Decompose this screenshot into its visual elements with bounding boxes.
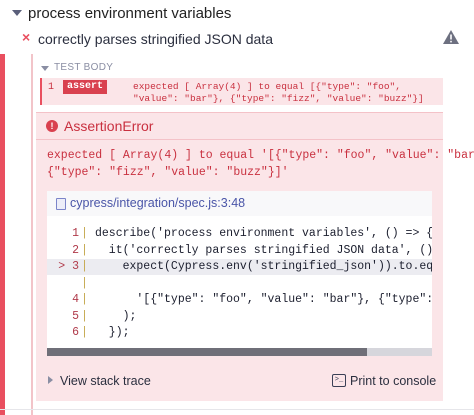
scrollbar-thumb[interactable] xyxy=(47,348,367,356)
code-line: 5 | ); xyxy=(47,309,432,325)
failed-test-border xyxy=(0,54,5,415)
line-number: 4 xyxy=(72,293,79,306)
test-body-border xyxy=(31,54,33,415)
code-text: describe('process environment variables'… xyxy=(95,227,432,240)
line-number: 2 xyxy=(72,243,79,257)
code-line: > 3 | expect(Cypress.env('stringified_jso… xyxy=(47,259,432,275)
code-gutter: | xyxy=(81,227,88,240)
failed-icon: × xyxy=(22,29,31,45)
code-text: '[{"type": "foo", "value": "bar"}, {"typ… xyxy=(95,293,432,306)
line-number: 1 xyxy=(72,227,79,240)
command-number: 1 xyxy=(48,82,55,93)
chevron-right-icon[interactable] xyxy=(48,376,53,384)
line-number: > 3 xyxy=(58,260,79,273)
code-gutter: | xyxy=(81,243,88,257)
code-line: |^ xyxy=(47,276,432,292)
code-gutter: | xyxy=(81,260,88,273)
command-message: expected [ Array(4) ] to equal [{"type":… xyxy=(133,81,424,104)
chevron-down-icon[interactable] xyxy=(41,66,49,71)
line-number: 6 xyxy=(72,326,79,339)
line-number: 5 xyxy=(72,309,79,323)
divider xyxy=(0,409,474,410)
code-line: 6 | }); xyxy=(47,325,432,341)
warning-triangle-icon[interactable] xyxy=(442,29,460,45)
chevron-down-icon[interactable] xyxy=(12,10,22,16)
view-stack-trace-button[interactable]: View stack trace xyxy=(60,374,151,388)
test-title[interactable]: correctly parses stringified JSON data xyxy=(38,31,273,47)
file-path-link[interactable]: cypress/integration/spec.js:3:48 xyxy=(70,196,245,210)
code-gutter: | xyxy=(81,309,88,323)
print-to-console-button[interactable]: Print to console xyxy=(350,374,436,388)
command-name-badge: assert xyxy=(63,80,108,94)
code-text: it('correctly parses stringified JSON da… xyxy=(95,243,432,257)
error-name: AssertionError xyxy=(64,118,154,134)
test-body-label[interactable]: TEST BODY xyxy=(54,62,113,73)
code-gutter: | xyxy=(81,326,88,339)
suite-title[interactable]: process environment variables xyxy=(28,5,231,22)
code-gutter: | xyxy=(81,293,88,306)
code-line: 4 | '[{"type": "foo", "value": "bar"}, {"… xyxy=(47,292,432,308)
code-text: }); xyxy=(95,326,130,339)
error-message: expected [ Array(4) ] to equal '[{"type"… xyxy=(47,149,474,179)
error-icon: ! xyxy=(46,120,58,132)
code-snippet: 1 | describe('process environment variable… xyxy=(47,216,432,348)
file-icon xyxy=(56,198,66,210)
code-line: 1 | describe('process environment variable… xyxy=(47,226,432,242)
terminal-icon[interactable]: >_ xyxy=(332,374,346,387)
code-text: ); xyxy=(95,309,137,323)
code-text: expect(Cypress.env('stringified_json')).… xyxy=(95,260,432,273)
code-line: 2 | it('correctly parses stringified JSON… xyxy=(47,243,432,259)
code-gutter: | xyxy=(81,276,88,290)
